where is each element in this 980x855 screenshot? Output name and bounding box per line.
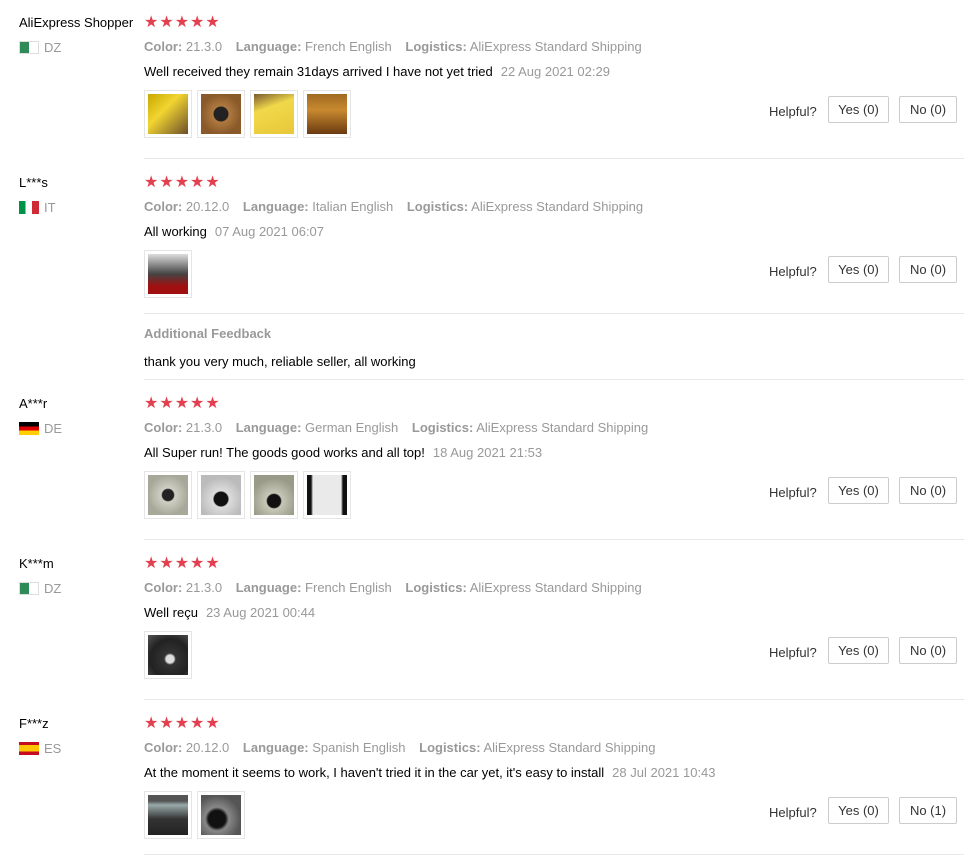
helpful-no-button[interactable]: No (0) (899, 256, 957, 283)
review-divider (144, 539, 964, 540)
helpful-yes-button[interactable]: Yes (0) (828, 256, 889, 283)
review-photo[interactable] (197, 471, 245, 519)
review-photo[interactable] (144, 250, 192, 298)
country-code: IT (44, 200, 56, 215)
review-photos (144, 471, 351, 519)
it-flag-icon (19, 201, 39, 214)
review-photos (144, 631, 192, 679)
star-rating: ★★★★★ (144, 555, 221, 572)
reviewer-country: DZ (19, 581, 61, 596)
reviewer-country: IT (19, 200, 56, 215)
helpful-label: Helpful? (769, 104, 817, 119)
review-photo[interactable] (303, 90, 351, 138)
es-flag-icon (19, 742, 39, 755)
reviewer-country: DE (19, 421, 62, 436)
reviewer-name: A***r (19, 396, 48, 411)
review-divider (144, 158, 964, 159)
review-photos (144, 250, 192, 298)
review-text: At the moment it seems to work, I haven'… (144, 765, 716, 780)
review-photo[interactable] (197, 791, 245, 839)
review-photo[interactable] (144, 791, 192, 839)
helpful-label: Helpful? (769, 264, 817, 279)
helpful-yes-button[interactable]: Yes (0) (828, 797, 889, 824)
dz-flag-icon (19, 582, 39, 595)
review-photo[interactable] (197, 90, 245, 138)
review-photo[interactable] (144, 631, 192, 679)
review-text: Well reçu 23 Aug 2021 00:44 (144, 605, 316, 620)
helpful-label: Helpful? (769, 645, 817, 660)
star-rating: ★★★★★ (144, 174, 221, 191)
review-text: All working 07 Aug 2021 06:07 (144, 224, 325, 239)
review-photo[interactable] (303, 471, 351, 519)
review-date: 07 Aug 2021 06:07 (214, 224, 325, 239)
review-meta: Color: 21.3.0 Language: French English L… (144, 580, 642, 595)
helpful-no-button[interactable]: No (0) (899, 637, 957, 664)
review-date: 18 Aug 2021 21:53 (432, 445, 543, 460)
review-photo[interactable] (144, 471, 192, 519)
reviewer-name: AliExpress Shopper (19, 15, 134, 30)
country-code: DZ (44, 40, 62, 55)
review-photos (144, 90, 351, 138)
review-photos (144, 791, 245, 839)
review-date: 23 Aug 2021 00:44 (205, 605, 316, 620)
helpful-label: Helpful? (769, 805, 817, 820)
star-rating: ★★★★★ (144, 395, 221, 412)
helpful-no-button[interactable]: No (1) (899, 797, 957, 824)
helpful-label: Helpful? (769, 485, 817, 500)
helpful-yes-button[interactable]: Yes (0) (828, 96, 889, 123)
review-meta: Color: 20.12.0 Language: Spanish English… (144, 740, 656, 755)
review-photo[interactable] (250, 90, 298, 138)
helpful-yes-button[interactable]: Yes (0) (828, 477, 889, 504)
review-divider (144, 699, 964, 700)
country-code: DZ (44, 581, 62, 596)
country-code: ES (44, 741, 62, 756)
review-text: Well received they remain 31days arrived… (144, 64, 610, 79)
review-date: 22 Aug 2021 02:29 (500, 64, 610, 79)
review-divider (144, 379, 964, 380)
review-text: All Super run! The goods good works and … (144, 445, 543, 460)
reviewer-country: DZ (19, 40, 61, 55)
review-meta: Color: 20.12.0 Language: Italian English… (144, 199, 644, 214)
dz-flag-icon (19, 41, 39, 54)
helpful-no-button[interactable]: No (0) (899, 96, 957, 123)
star-rating: ★★★★★ (144, 14, 221, 31)
star-rating: ★★★★★ (144, 715, 221, 732)
review-photo[interactable] (144, 90, 192, 138)
additional-feedback-text: thank you very much, reliable seller, al… (144, 354, 416, 369)
additional-feedback-divider (144, 313, 964, 314)
reviewer-name: L***s (19, 175, 48, 190)
helpful-yes-button[interactable]: Yes (0) (828, 637, 889, 664)
reviewer-country: ES (19, 741, 61, 756)
de-flag-icon (19, 422, 39, 435)
additional-feedback-title: Additional Feedback (144, 326, 272, 341)
reviewer-name: F***z (19, 716, 49, 731)
reviewer-name: K***m (19, 556, 54, 571)
helpful-no-button[interactable]: No (0) (899, 477, 957, 504)
review-date: 28 Jul 2021 10:43 (612, 765, 716, 780)
review-meta: Color: 21.3.0 Language: German English L… (144, 420, 649, 435)
review-photo[interactable] (250, 471, 298, 519)
country-code: DE (44, 421, 63, 436)
review-meta: Color: 21.3.0 Language: French English L… (144, 39, 642, 54)
